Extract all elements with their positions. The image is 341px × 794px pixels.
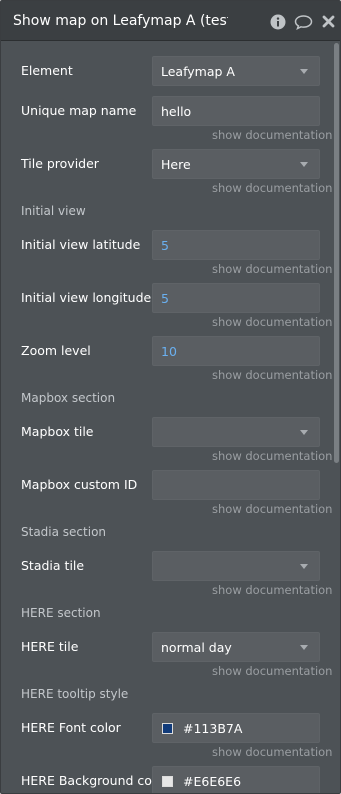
here-font-color-value: #113B7A [183, 721, 243, 736]
info-icon[interactable] [269, 13, 286, 30]
color-swatch[interactable] [162, 776, 173, 787]
show-documentation-link[interactable]: show documentation [212, 664, 332, 678]
mapbox-custom-id-label: Mapbox custom ID [21, 477, 138, 492]
here-tile-label: HERE tile [21, 639, 79, 654]
initial-view-section-title: Initial view [21, 204, 86, 218]
latitude-value: 5 [161, 238, 169, 253]
zoom-level-label: Zoom level [21, 343, 91, 358]
chevron-down-icon [300, 69, 308, 74]
show-documentation-link[interactable]: show documentation [212, 502, 332, 516]
unique-map-name-label: Unique map name [21, 103, 137, 118]
unique-map-name-input[interactable]: hello [152, 96, 320, 126]
here-background-color-label: HERE Background col [21, 773, 156, 788]
here-tile-value: normal day [161, 640, 232, 655]
longitude-value: 5 [161, 291, 169, 306]
latitude-label: Initial view latitude [21, 237, 141, 252]
scrollbar-thumb[interactable] [334, 43, 339, 463]
color-swatch[interactable] [162, 723, 173, 734]
stadia-tile-label: Stadia tile [21, 558, 85, 573]
element-dropdown[interactable]: Leafymap A [152, 56, 320, 86]
longitude-label: Initial view longitude [21, 290, 152, 305]
show-documentation-link[interactable]: show documentation [212, 449, 332, 463]
show-documentation-link[interactable]: show documentation [212, 368, 332, 382]
mapbox-section-title: Mapbox section [21, 391, 116, 405]
here-background-color-picker[interactable]: #E6E6E6 [152, 766, 320, 793]
element-label: Element [21, 63, 73, 78]
tile-provider-value: Here [161, 157, 191, 172]
here-background-color-value: #E6E6E6 [183, 774, 242, 789]
mapbox-tile-dropdown[interactable] [152, 417, 320, 447]
unique-map-name-value: hello [161, 104, 192, 119]
chevron-down-icon [300, 430, 308, 435]
show-documentation-link[interactable]: show documentation [212, 128, 332, 142]
close-icon[interactable] [321, 13, 335, 30]
latitude-input[interactable]: 5 [152, 230, 320, 260]
panel-header[interactable]: Show map on Leafymap A (testing) [1, 1, 340, 41]
show-documentation-link[interactable]: show documentation [212, 583, 332, 597]
show-documentation-link[interactable]: show documentation [212, 181, 332, 195]
property-editor-panel: Show map on Leafymap A (testing) Element… [0, 0, 341, 794]
here-section-title: HERE section [21, 606, 101, 620]
element-value: Leafymap A [161, 64, 235, 79]
mapbox-custom-id-input[interactable] [152, 470, 320, 500]
chevron-down-icon [300, 645, 308, 650]
tile-provider-dropdown[interactable]: Here [152, 149, 320, 179]
stadia-tile-dropdown[interactable] [152, 551, 320, 581]
longitude-input[interactable]: 5 [152, 283, 320, 313]
here-tooltip-section-title: HERE tooltip style [21, 687, 129, 701]
chevron-down-icon [300, 564, 308, 569]
tile-provider-label: Tile provider [21, 156, 99, 171]
show-documentation-link[interactable]: show documentation [212, 315, 332, 329]
mapbox-tile-label: Mapbox tile [21, 424, 94, 439]
zoom-level-value: 10 [161, 344, 177, 359]
zoom-level-input[interactable]: 10 [152, 336, 320, 366]
show-documentation-link[interactable]: show documentation [212, 262, 332, 276]
stadia-section-title: Stadia section [21, 525, 107, 539]
here-tile-dropdown[interactable]: normal day [152, 632, 320, 662]
chevron-down-icon [300, 162, 308, 167]
panel-title: Show map on Leafymap A (testing) [13, 13, 228, 29]
show-documentation-link[interactable]: show documentation [212, 745, 332, 759]
here-font-color-label: HERE Font color [21, 720, 121, 735]
here-font-color-picker[interactable]: #113B7A [152, 713, 320, 743]
comment-icon[interactable] [293, 13, 313, 30]
